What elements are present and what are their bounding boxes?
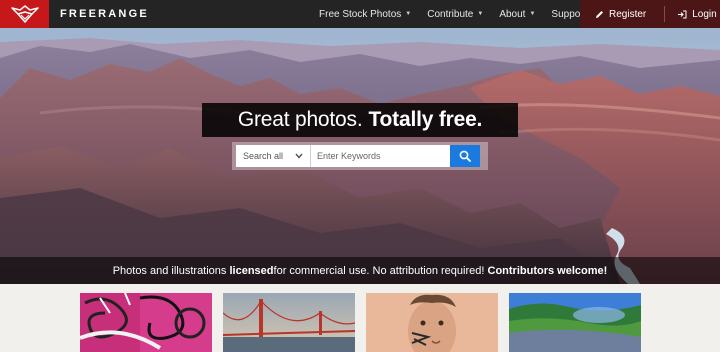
nav-label: About <box>499 8 526 20</box>
brand-name[interactable]: FREERANGE <box>60 8 149 20</box>
nav-free-stock-photos[interactable]: Free Stock Photos ▼ <box>319 9 411 20</box>
login-label: Login <box>692 8 717 20</box>
logo[interactable] <box>0 0 49 28</box>
tagline-bold-licensed: licensed <box>229 264 274 277</box>
login-link[interactable]: Login <box>677 8 717 20</box>
freerange-bird-icon <box>10 5 39 23</box>
nav-about[interactable]: About ▼ <box>499 9 535 20</box>
headline-bold: Totally free. <box>368 108 483 131</box>
top-navbar: FREERANGE Free Stock Photos ▼ Contribute ▼… <box>0 0 720 28</box>
tagline-text: for commercial use. No attribution requi… <box>273 264 485 277</box>
search-icon <box>459 150 471 162</box>
tagline-text: Photos and illustrations <box>112 264 227 277</box>
photo-thumbnail-wildflowers[interactable] <box>509 293 641 352</box>
nav-contribute[interactable]: Contribute ▼ <box>427 9 483 20</box>
search-button[interactable] <box>450 145 480 167</box>
photo-thumbnail-portrait[interactable] <box>366 293 498 352</box>
wildflower-field-image <box>509 293 641 352</box>
tagline-bold-contributors: Contributors welcome! <box>487 264 608 277</box>
caret-down-icon: ▼ <box>405 11 412 17</box>
search-scope-value: Search all <box>243 151 284 161</box>
license-tagline: Photos and illustrations licensed for co… <box>0 257 720 284</box>
graffiti-image <box>80 293 212 352</box>
sign-in-icon <box>678 10 687 18</box>
photo-thumbnail-golden-gate[interactable] <box>223 293 355 352</box>
caret-down-icon: ▼ <box>529 11 536 17</box>
main-nav: Free Stock Photos ▼ Contribute ▼ About ▼ Su… <box>319 0 596 28</box>
photo-grid <box>0 284 720 352</box>
pencil-icon <box>596 10 603 18</box>
hero-headline: Great photos. Totally free. <box>202 103 518 137</box>
chevron-down-icon <box>295 153 303 159</box>
search-bar: Search all <box>232 142 488 170</box>
search-input[interactable] <box>311 145 450 167</box>
hero-banner: Great photos. Totally free. Search all P… <box>0 28 720 284</box>
caret-down-icon: ▼ <box>477 11 484 17</box>
register-link[interactable]: Register <box>595 9 646 20</box>
painted-face-portrait-image <box>366 293 498 352</box>
golden-gate-bridge-image <box>223 293 355 352</box>
account-nav: Register Login <box>580 0 720 28</box>
search-scope-select[interactable]: Search all <box>236 145 311 167</box>
nav-label: Contribute <box>427 8 474 20</box>
headline-light: Great photos. <box>237 108 363 131</box>
photo-thumbnail-graffiti[interactable] <box>80 293 212 352</box>
register-label: Register <box>609 8 647 20</box>
nav-label: Free Stock Photos <box>319 8 402 20</box>
nav-divider <box>664 6 666 22</box>
